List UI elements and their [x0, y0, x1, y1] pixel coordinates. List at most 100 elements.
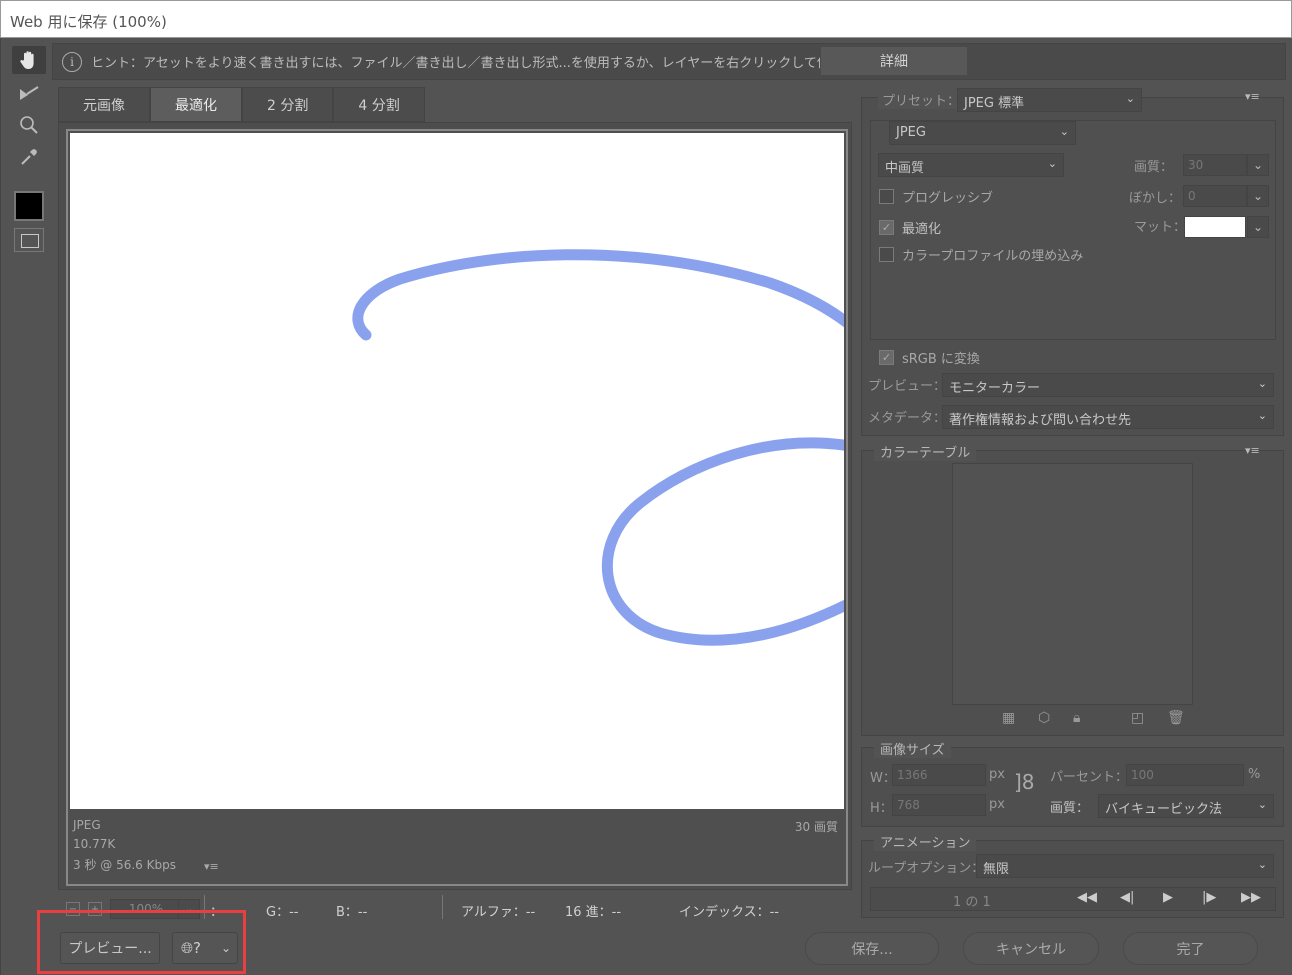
tool-panel: [8, 43, 50, 261]
tab-original[interactable]: 元画像: [58, 87, 150, 122]
save-button[interactable]: 保存...: [805, 932, 939, 965]
blur-label: ぼかし：: [1129, 191, 1182, 206]
previous-frame-icon[interactable]: ◀|: [1120, 890, 1134, 905]
zoom-tool-icon[interactable]: [12, 111, 46, 139]
red-value: ：--: [210, 905, 233, 920]
toggle-slices-visibility-icon[interactable]: [14, 228, 44, 252]
quality-field[interactable]: 30: [1183, 154, 1247, 176]
zoom-dropdown-icon[interactable]: ⌄: [178, 899, 200, 919]
image-size-title: 画像サイズ: [874, 739, 951, 758]
preview-color-dropdown[interactable]: モニターカラー ⌄: [942, 373, 1274, 397]
status-bar: − + 100% ⌄ ：-- G：-- B：-- アルファ：-- 16 進：--…: [58, 893, 852, 923]
matte-label: マット：: [1134, 220, 1187, 235]
zoom-level-field[interactable]: 100%: [110, 899, 182, 919]
resample-quality-label: 画質：: [1050, 801, 1090, 816]
blur-slider-toggle-icon[interactable]: ⌄: [1247, 185, 1269, 207]
chevron-down-icon: ⌄: [1059, 125, 1069, 138]
resample-quality-dropdown[interactable]: バイキュービック法 ⌄: [1098, 794, 1274, 818]
play-icon[interactable]: ▶: [1163, 890, 1173, 905]
chevron-down-icon: ⌄: [1257, 409, 1267, 422]
zoom-in-icon[interactable]: +: [88, 902, 102, 916]
brush-stroke-image: [352, 249, 844, 646]
divider: [442, 895, 443, 919]
details-button[interactable]: 詳細: [820, 46, 968, 76]
height-field[interactable]: 768: [892, 794, 986, 816]
web-snap-icon[interactable]: ▦: [1002, 710, 1015, 726]
percent-field[interactable]: 100: [1126, 764, 1244, 786]
tab-4-up[interactable]: 4 分割: [333, 87, 425, 122]
preset-label: プリセット：: [878, 90, 965, 109]
blur-field[interactable]: 0: [1183, 185, 1247, 207]
hand-tool-icon[interactable]: [12, 46, 46, 74]
width-unit: px: [989, 767, 1005, 782]
chevron-down-icon: ⌄: [1047, 157, 1057, 170]
progressive-label: プログレッシブ: [902, 191, 994, 206]
color-table-menu-icon[interactable]: ▾≡: [1245, 444, 1260, 457]
slice-select-tool-icon[interactable]: [12, 79, 46, 107]
preview-info-menu-icon[interactable]: ▾≡: [204, 860, 219, 873]
divider: [204, 895, 205, 919]
width-field[interactable]: 1366: [892, 764, 986, 786]
tab-2-up[interactable]: 2 分割: [242, 87, 334, 122]
format-value: JPEG: [896, 125, 926, 140]
matte-color-swatch[interactable]: [1184, 216, 1246, 238]
loop-options-dropdown[interactable]: 無限 ⌄: [976, 854, 1274, 878]
new-color-icon[interactable]: ◰: [1131, 710, 1144, 726]
alpha-value: アルファ：--: [461, 905, 536, 920]
eyedropper-color-swatch[interactable]: [14, 191, 44, 221]
quality-preset-value: 中画質: [885, 161, 925, 176]
chevron-down-icon: ⌄: [220, 941, 231, 955]
preview-in-browser-button[interactable]: プレビュー...: [60, 932, 160, 964]
convert-srgb-checkbox[interactable]: ✓: [879, 350, 894, 365]
preview-canvas[interactable]: [70, 133, 844, 809]
done-button[interactable]: 完了: [1123, 932, 1258, 965]
lock-color-icon[interactable]: 🔒︎: [1073, 710, 1080, 726]
trash-icon[interactable]: 🗑︎: [1167, 710, 1185, 726]
green-value: G：--: [266, 905, 299, 920]
constrain-proportions-icon[interactable]: ]8: [1014, 770, 1035, 794]
zoom-out-icon[interactable]: −: [66, 902, 80, 916]
quality-slider-toggle-icon[interactable]: ⌄: [1247, 154, 1269, 176]
image-size-panel: 画像サイズ W： 1366 px H： 768 px ]8 パーセント： 100…: [861, 739, 1284, 827]
color-table-title: カラーテーブル: [874, 442, 977, 461]
quality-preset-dropdown[interactable]: 中画質 ⌄: [878, 153, 1064, 177]
hint-bar: i ヒント：アセットをより速く書き出すには、ファイル／書き出し／書き出し形式..…: [52, 43, 1286, 80]
eyedropper-tool-icon[interactable]: [12, 143, 46, 171]
browser-select-button[interactable]: 🌐︎? ⌄: [172, 932, 238, 964]
preview-pane[interactable]: JPEG 10.77K 3 秒 @ 56.6 Kbps 30 画質 ▾≡: [66, 129, 848, 886]
format-dropdown[interactable]: JPEG ⌄: [889, 121, 1076, 145]
color-table-grid[interactable]: [952, 463, 1193, 705]
cancel-button[interactable]: キャンセル: [963, 932, 1099, 965]
first-frame-icon[interactable]: ◀◀: [1077, 890, 1097, 905]
height-label: H：: [870, 801, 893, 816]
chevron-down-icon: ⌄: [1257, 377, 1267, 390]
metadata-label: メタデータ：: [868, 411, 947, 426]
next-frame-icon[interactable]: |▶: [1202, 890, 1216, 905]
preview-color-value: モニターカラー: [949, 381, 1041, 396]
optimize-settings-panel: プリセット： JPEG 標準 ⌄ ▾≡ JPEG ⌄ 中画質 ⌄ 画質： 30 ⌄ プ…: [861, 88, 1284, 436]
settings-menu-icon[interactable]: ▾≡: [1245, 90, 1260, 103]
metadata-value: 著作権情報および問い合わせ先: [949, 413, 1132, 428]
height-unit: px: [989, 797, 1005, 812]
hint-text: ヒント：アセットをより速く書き出すには、ファイル／書き出し／書き出し形式...を…: [91, 56, 856, 71]
preview-file-size: 10.77K: [73, 837, 116, 851]
last-frame-icon[interactable]: ▶▶: [1241, 890, 1261, 905]
color-table-panel: カラーテーブル ▾≡: [861, 442, 1284, 736]
matte-dropdown-icon[interactable]: ⌄: [1247, 216, 1269, 238]
progressive-checkbox[interactable]: [879, 189, 894, 204]
embed-color-profile-checkbox[interactable]: [879, 247, 894, 262]
metadata-dropdown[interactable]: 著作権情報および問い合わせ先 ⌄: [942, 405, 1274, 429]
preset-dropdown[interactable]: JPEG 標準 ⌄: [957, 88, 1142, 112]
preview-quality-label: 30 画質: [794, 820, 838, 834]
window-titlebar: Web 用に保存 (100%): [0, 0, 1292, 38]
cube-icon[interactable]: ⬡: [1038, 710, 1050, 726]
tab-optimized[interactable]: 最適化: [150, 87, 242, 122]
window-title: Web 用に保存 (100%): [10, 13, 167, 31]
preset-value: JPEG 標準: [964, 96, 1025, 111]
loop-options-value: 無限: [983, 862, 1010, 877]
chevron-down-icon: ⌄: [1125, 92, 1135, 105]
chevron-down-icon: ⌄: [1257, 798, 1267, 811]
hex-value: 16 進：--: [565, 905, 622, 920]
embed-color-profile-label: カラープロファイルの埋め込み: [902, 249, 1084, 264]
optimized-checkbox[interactable]: ✓: [879, 220, 894, 235]
